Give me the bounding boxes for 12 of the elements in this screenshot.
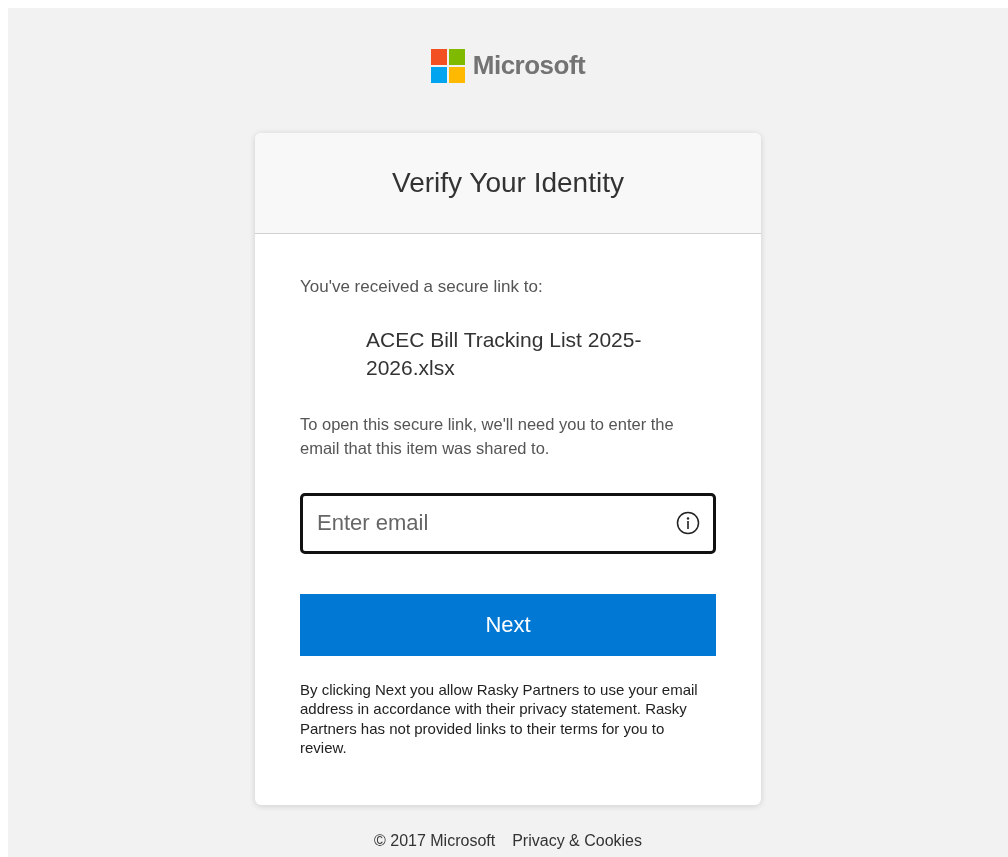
next-button[interactable]: Next: [300, 593, 716, 656]
info-icon[interactable]: [676, 510, 700, 535]
instructions-text: To open this secure link, we'll need you to enter the email that this item was shared to.: [300, 413, 675, 459]
logo-icon: [430, 48, 465, 83]
footer-link[interactable]: Privacy & Cookies: [512, 829, 642, 853]
file-name: ACEC Bill Tracking List 2025-2026.xlsx: [366, 326, 643, 381]
email-field[interactable]: Enter email: [300, 492, 716, 554]
disclaimer-text: By clicking Next you allow Rasky Partners to use your email address in accordance with their privacy statement. Rasky Partners has not provided links to their terms for you to review.: [300, 679, 699, 758]
card-title: Verify Your Identity: [392, 166, 624, 200]
intro-text: You've received a secure link to:: [300, 276, 544, 298]
copyright-text: © 2017 Microsoft: [374, 831, 496, 851]
logo-text: Microsoft: [472, 49, 586, 82]
